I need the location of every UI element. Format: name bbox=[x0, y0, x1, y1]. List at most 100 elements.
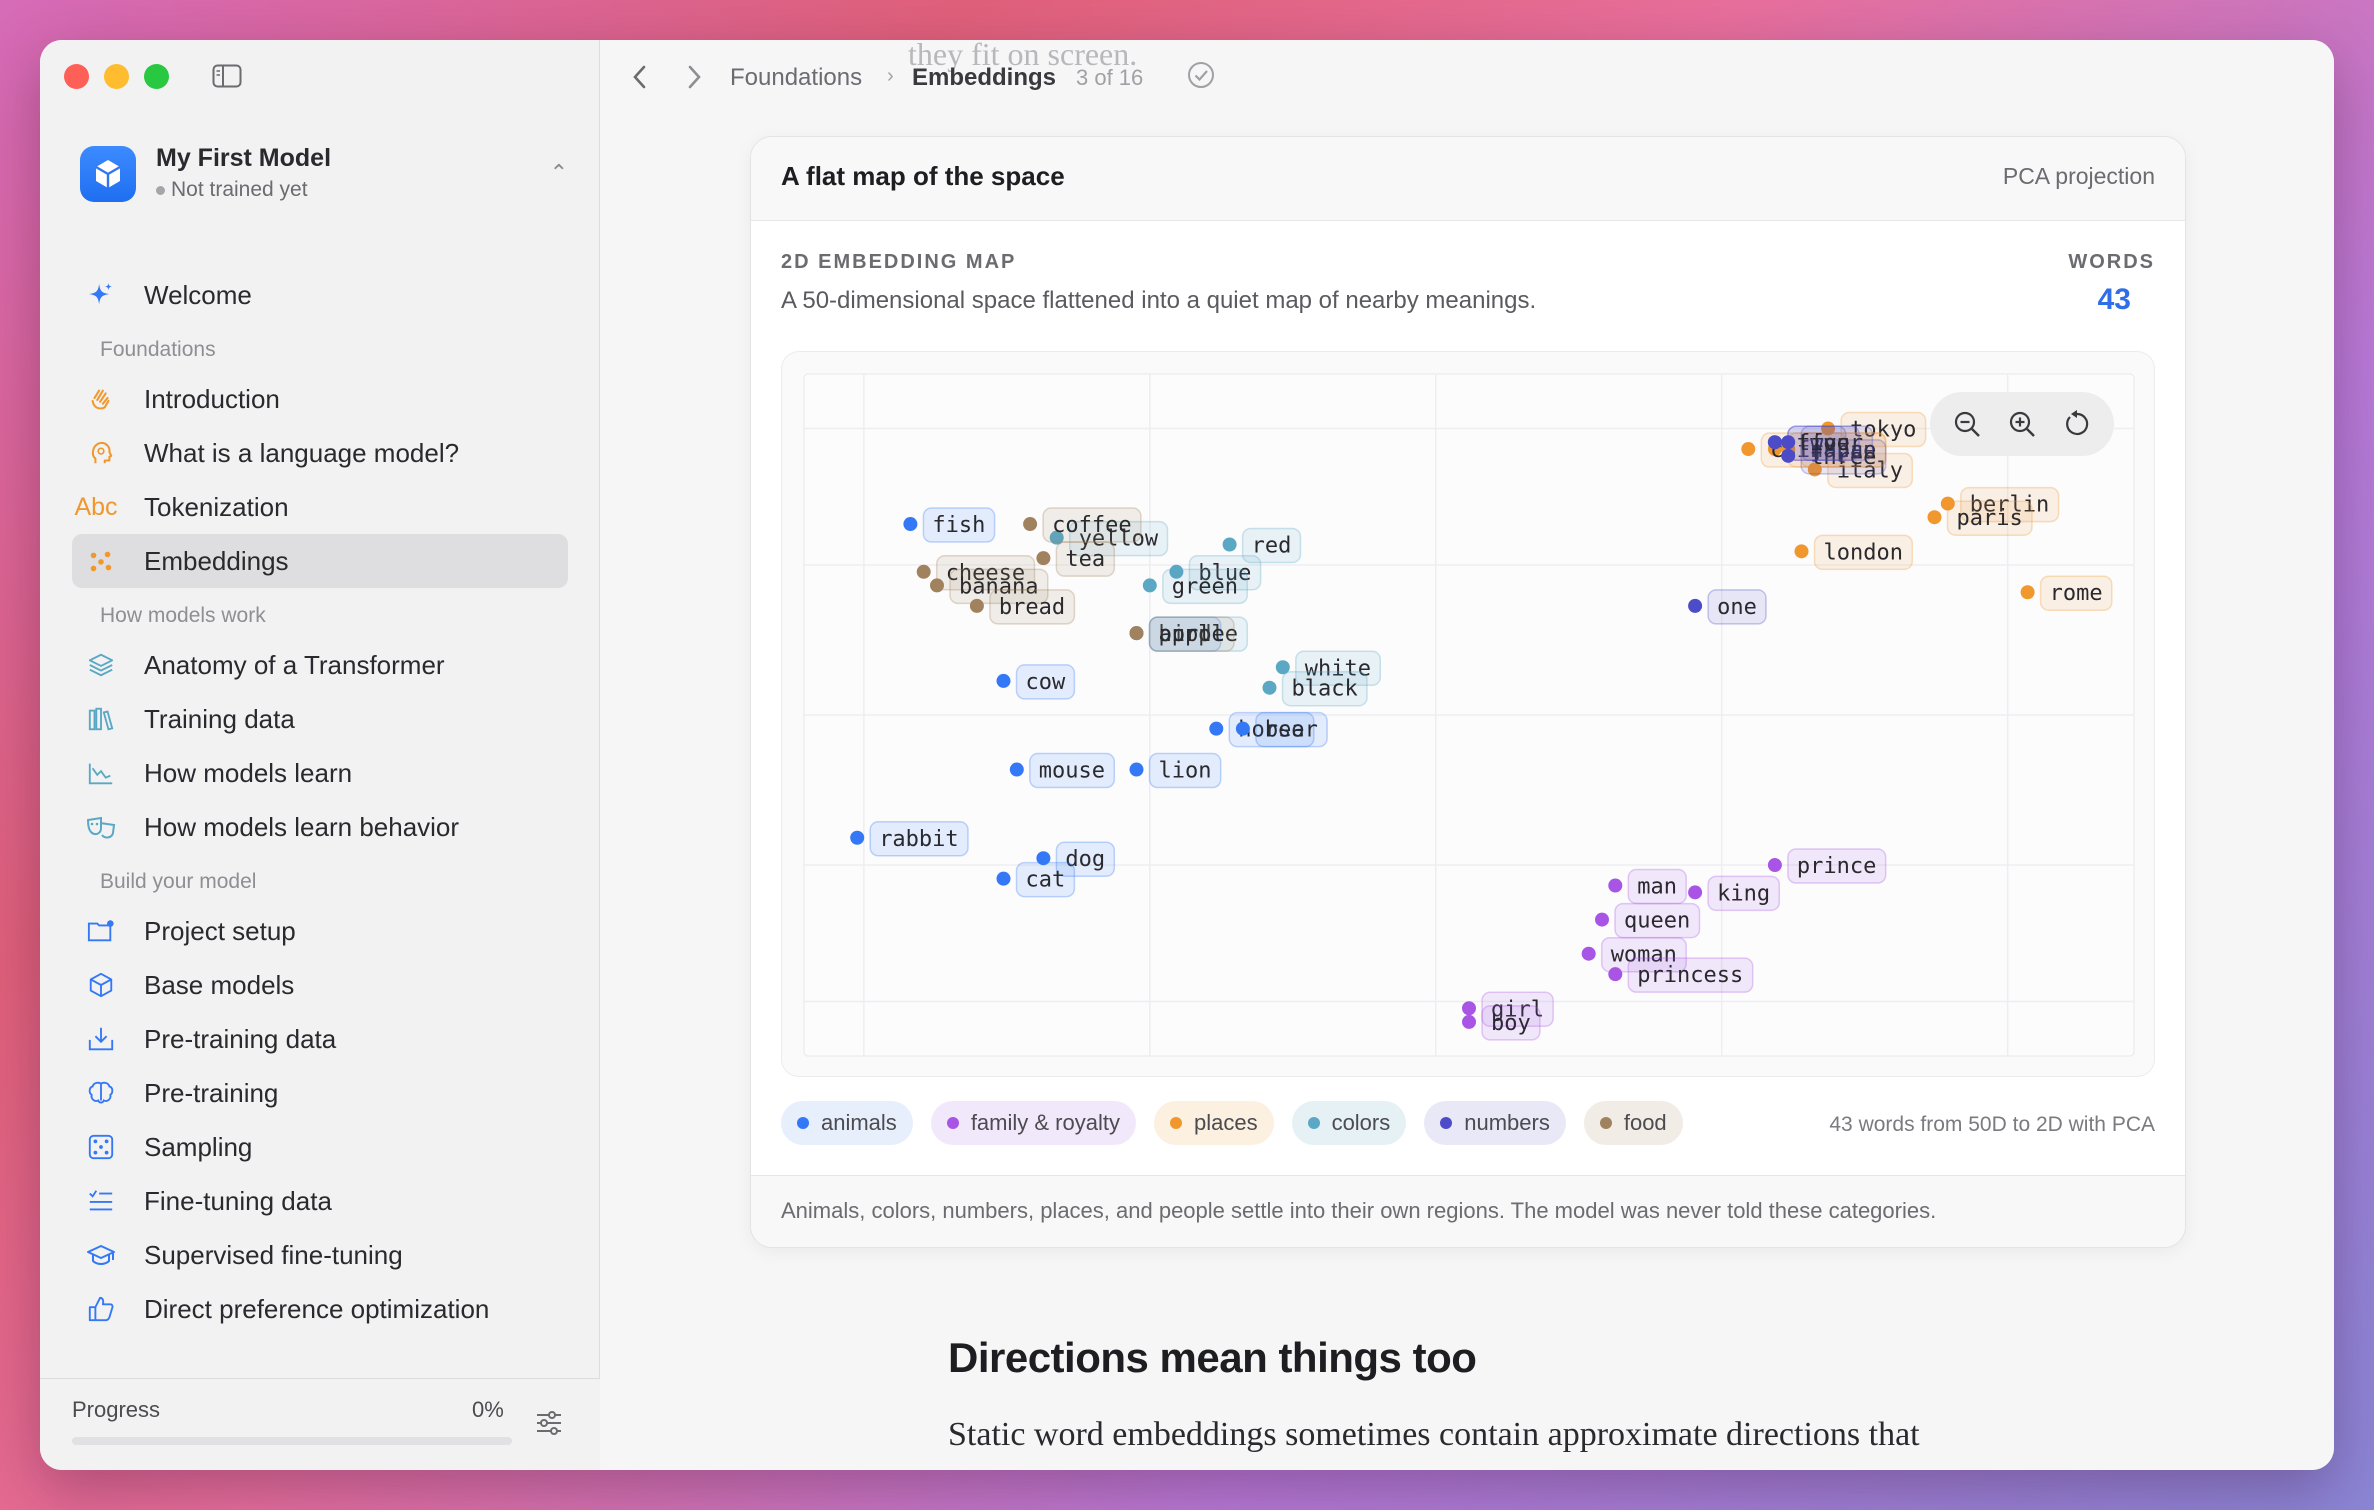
zoom-controls bbox=[1930, 392, 2114, 456]
reset-icon bbox=[2065, 410, 2088, 436]
folder-gear-icon bbox=[86, 916, 116, 946]
sidebar-item-welcome[interactable]: Welcome bbox=[72, 268, 568, 322]
legend-swatch bbox=[1169, 1117, 1182, 1129]
scatter-plot-canvas[interactable]: fishcowmouselionrabbitdogcathorsebearbir… bbox=[782, 352, 2156, 1078]
point-dot bbox=[1262, 680, 1277, 695]
sidebar-item-behavior[interactable]: How models learn behavior bbox=[72, 800, 568, 854]
legend-label: colors bbox=[1331, 1110, 1391, 1135]
sidebar-nav: Welcome Foundations Introduction What is… bbox=[40, 268, 600, 1336]
point-label: rabbit bbox=[879, 827, 958, 852]
breadcrumb-section[interactable]: Foundations bbox=[730, 64, 862, 92]
legend-item-numbers[interactable]: numbers bbox=[1424, 1101, 1566, 1145]
layers-icon bbox=[86, 650, 116, 680]
app-window: My First Model Not trained yet ⌃ Welcome… bbox=[40, 40, 2334, 1470]
legend-item-family[interactable]: family & royalty bbox=[930, 1101, 1136, 1145]
legend-label: animals bbox=[821, 1110, 897, 1135]
progress-panel: Progress 0% bbox=[40, 1378, 600, 1470]
nav-section-title: Foundations bbox=[100, 338, 216, 361]
sidebar-item-label: Fine-tuning data bbox=[144, 1185, 332, 1216]
projection-tag: PCA projection bbox=[2002, 163, 2155, 189]
sidebar-item-label: What is a language model? bbox=[144, 437, 460, 468]
chevron-updown-icon: ⌃ bbox=[549, 160, 568, 185]
point-label: king bbox=[1717, 881, 1770, 906]
sidebar-item-base-models[interactable]: Base models bbox=[72, 958, 568, 1012]
sidebar-item-sampling[interactable]: Sampling bbox=[72, 1120, 568, 1174]
article-paragraph: Static word embeddings sometimes contain… bbox=[948, 1416, 1920, 1453]
project-name: My First Model bbox=[156, 144, 332, 172]
progress-bar bbox=[72, 1437, 512, 1445]
books-icon bbox=[86, 704, 116, 734]
point-dot bbox=[1209, 721, 1224, 736]
sidebar-item-label: Supervised fine-tuning bbox=[144, 1239, 403, 1270]
project-switcher[interactable]: My First Model Not trained yet ⌃ bbox=[80, 140, 580, 212]
progress-label: Progress bbox=[72, 1397, 161, 1422]
point-dot bbox=[1009, 762, 1024, 777]
point-label: apple bbox=[1159, 622, 1225, 647]
sidebar-item-tokenization[interactable]: Abc Tokenization bbox=[72, 480, 568, 534]
chevron-left-icon[interactable] bbox=[628, 62, 652, 92]
point-dot bbox=[1581, 946, 1596, 961]
sidebar-item-label: Tokenization bbox=[144, 491, 289, 522]
point-label: prince bbox=[1797, 854, 1876, 879]
legend-swatch bbox=[1599, 1117, 1612, 1129]
zoom-in-button[interactable] bbox=[2007, 409, 2037, 439]
sidebar-item-pretraining[interactable]: Pre-training bbox=[72, 1066, 568, 1120]
maximize-window-button[interactable] bbox=[144, 64, 169, 89]
sidebar-item-label: Base models bbox=[144, 969, 295, 1000]
legend-item-colors[interactable]: colors bbox=[1291, 1101, 1407, 1145]
point-dot bbox=[1142, 578, 1157, 593]
point-dot bbox=[996, 871, 1011, 886]
point-dot bbox=[1129, 762, 1144, 777]
breadcrumb-separator: › bbox=[887, 65, 894, 87]
point-dot bbox=[1608, 878, 1623, 893]
point-label: one bbox=[1717, 595, 1757, 620]
point-dot bbox=[1462, 1001, 1476, 1016]
sidebar-item-dpo[interactable]: Direct preference optimization bbox=[72, 1282, 568, 1336]
legend-label: places bbox=[1193, 1110, 1258, 1135]
sidebar-item-pretraining-data[interactable]: Pre-training data bbox=[72, 1012, 568, 1066]
sidebar-item-training-data[interactable]: Training data bbox=[72, 692, 568, 746]
sidebar-item-embeddings[interactable]: Embeddings bbox=[72, 534, 568, 588]
sidebar-item-sft[interactable]: Supervised fine-tuning bbox=[72, 1228, 568, 1282]
chevron-right-icon[interactable] bbox=[682, 62, 706, 92]
sidebar: My First Model Not trained yet ⌃ Welcome… bbox=[40, 40, 600, 1470]
zoom-out-button[interactable] bbox=[1952, 409, 1982, 439]
theater-masks-icon bbox=[86, 812, 116, 842]
sidebar-item-label: Pre-training bbox=[144, 1077, 279, 1108]
legend-label: numbers bbox=[1464, 1110, 1550, 1135]
sidebar-item-introduction[interactable]: Introduction bbox=[72, 372, 568, 426]
card-subtitle: A 50-dimensional space flattened into a … bbox=[781, 287, 1537, 314]
project-status: Not trained yet bbox=[156, 178, 308, 202]
sidebar-item-finetuning-data[interactable]: Fine-tuning data bbox=[72, 1174, 568, 1228]
scatter-plot[interactable]: fishcowmouselionrabbitdogcathorsebearbir… bbox=[781, 351, 2155, 1077]
legend-item-places[interactable]: places bbox=[1153, 1101, 1274, 1145]
point-dot bbox=[1608, 967, 1623, 982]
legend-swatch bbox=[797, 1117, 809, 1129]
sidebar-item-label: Sampling bbox=[144, 1131, 253, 1162]
card-caption: Animals, colors, numbers, places, and pe… bbox=[781, 1198, 1937, 1223]
legend-item-animals[interactable]: animals bbox=[781, 1101, 913, 1145]
point-princess[interactable]: princess bbox=[1608, 957, 1754, 993]
section-heading: Directions mean things too bbox=[948, 1334, 1477, 1381]
sidebar-item-label: How models learn bbox=[144, 757, 353, 788]
sidebar-item-project-setup[interactable]: Project setup bbox=[72, 904, 568, 958]
sidebar-toggle-icon[interactable] bbox=[212, 64, 242, 88]
close-window-button[interactable] bbox=[64, 64, 89, 89]
sidebar-item-transformer[interactable]: Anatomy of a Transformer bbox=[72, 638, 568, 692]
sliders-icon[interactable] bbox=[535, 1409, 563, 1437]
plot-grid bbox=[803, 373, 2135, 1057]
checkmark-circle-icon[interactable] bbox=[1186, 60, 1216, 90]
sidebar-item-language-model[interactable]: What is a language model? bbox=[72, 426, 568, 480]
point-label: fish bbox=[932, 513, 985, 538]
sidebar-item-label: Welcome bbox=[144, 279, 252, 310]
point-dot bbox=[1767, 858, 1782, 873]
minimize-window-button[interactable] bbox=[104, 64, 129, 89]
point-dot bbox=[1023, 517, 1038, 532]
reset-view-button[interactable] bbox=[2062, 409, 2092, 439]
point-dot bbox=[850, 830, 865, 845]
sidebar-item-how-models-learn[interactable]: How models learn bbox=[72, 746, 568, 800]
embedding-map-card: A flat map of the space PCA projection 2… bbox=[750, 136, 2186, 1248]
point-dot bbox=[1688, 598, 1703, 613]
legend-item-food[interactable]: food bbox=[1583, 1101, 1683, 1145]
card-header: A flat map of the space PCA projection bbox=[751, 137, 2185, 221]
